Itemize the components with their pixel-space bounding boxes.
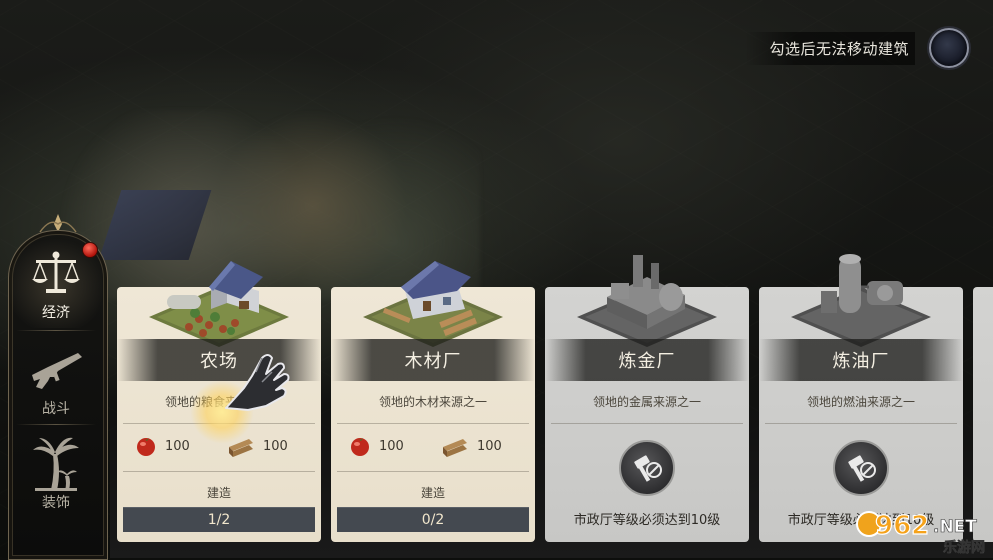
card-divider bbox=[123, 471, 315, 472]
building-card-sawmill[interactable]: 木材厂 领地的木材来源之一 100 100 建造 0/2 bbox=[331, 261, 535, 542]
lock-buildings-checkbox[interactable] bbox=[929, 28, 969, 68]
watermark-number: 962 bbox=[875, 511, 929, 541]
locked-hammer-icon bbox=[619, 440, 675, 496]
lock-buildings-toggle[interactable]: 勾选后无法移动建筑 bbox=[745, 28, 969, 68]
refinery-building-icon bbox=[791, 254, 931, 347]
cost-amount: 100 bbox=[477, 438, 502, 454]
build-count-bar: 0/2 bbox=[337, 507, 529, 532]
cost-amount: 100 bbox=[379, 438, 404, 454]
building-card-foundry[interactable]: 炼金厂 领地的金属来源之一 市政厅等级必须达到10级 bbox=[545, 255, 749, 542]
build-label: 建造 bbox=[206, 486, 231, 500]
tab-decoration-label: 装饰 bbox=[42, 495, 70, 511]
cost-wood: 100 bbox=[441, 435, 502, 457]
build-label: 建造 bbox=[420, 486, 445, 500]
building-description: 领地的木材来源之一 bbox=[378, 395, 487, 409]
watermark-suffix: .NET bbox=[933, 517, 977, 537]
building-name: 炼油厂 bbox=[832, 351, 890, 372]
card-divider bbox=[551, 423, 743, 424]
rifle-icon bbox=[28, 342, 84, 398]
cost-amount: 100 bbox=[263, 438, 288, 454]
lock-buildings-label: 勾选后无法移动建筑 bbox=[745, 31, 915, 65]
site-watermark: 962 .NET 乐游网 bbox=[856, 510, 985, 556]
category-sidebar: 经济 战斗 装饰 bbox=[6, 212, 110, 560]
foundry-building-icon bbox=[577, 255, 717, 347]
notification-dot bbox=[82, 242, 98, 258]
building-description: 领地的金属来源之一 bbox=[592, 395, 701, 409]
cost-food: 100 bbox=[135, 435, 190, 457]
sawmill-building-icon bbox=[363, 261, 503, 347]
scales-icon bbox=[28, 246, 84, 302]
tab-decoration[interactable]: 装饰 bbox=[10, 426, 102, 518]
wood-icon bbox=[443, 439, 467, 457]
unlock-requirement: 市政厅等级必须达到10级 bbox=[573, 513, 721, 528]
tab-economy-label: 经济 bbox=[42, 305, 70, 321]
tab-divider bbox=[16, 330, 96, 331]
food-icon bbox=[137, 438, 155, 456]
pointing-hand-icon bbox=[225, 354, 290, 411]
cost-amount: 100 bbox=[165, 438, 190, 454]
watermark-site: 乐游网 bbox=[943, 539, 985, 556]
card-divider bbox=[765, 423, 957, 424]
tab-combat-label: 战斗 bbox=[42, 401, 70, 417]
farm-building-icon bbox=[149, 261, 289, 347]
building-description: 领地的燃油来源之一 bbox=[806, 395, 915, 409]
build-count-bar: 1/2 bbox=[123, 507, 315, 532]
locked-hammer-icon bbox=[833, 440, 889, 496]
cost-row: 100 100 bbox=[349, 435, 525, 457]
card-divider bbox=[337, 423, 529, 424]
tab-combat[interactable]: 战斗 bbox=[10, 332, 102, 424]
cost-food: 100 bbox=[349, 435, 404, 457]
food-icon bbox=[351, 438, 369, 456]
tab-divider bbox=[16, 424, 96, 425]
building-name: 木材厂 bbox=[404, 351, 462, 372]
building-name: 炼金厂 bbox=[618, 351, 676, 372]
card-divider bbox=[337, 471, 529, 472]
palm-tree-icon bbox=[28, 436, 84, 492]
